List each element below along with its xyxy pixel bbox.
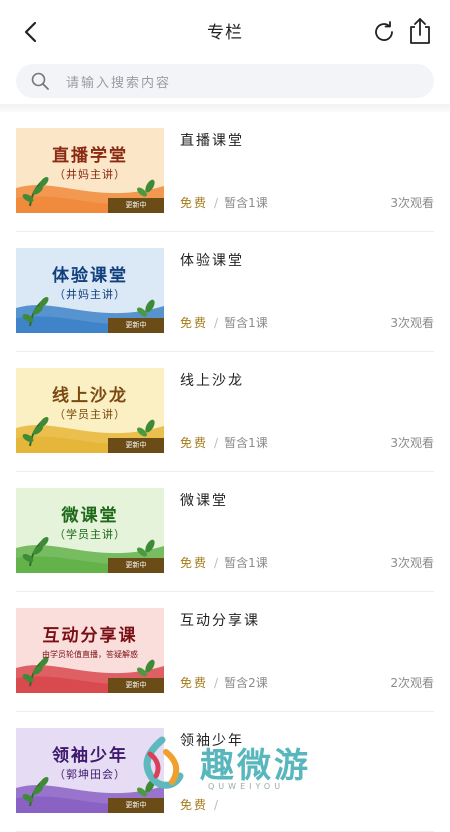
price-label: 免费 <box>180 196 209 210</box>
search-bar[interactable]: 请输入搜索内容 <box>16 64 434 98</box>
search-icon <box>31 72 49 90</box>
thumbnail-subtitle: （井妈主讲） <box>54 168 126 181</box>
view-count: 3次观看 <box>390 436 434 450</box>
course-title[interactable]: 体验课堂 <box>180 250 244 270</box>
thumbnail-title: 直播学堂 <box>52 146 128 166</box>
course-title[interactable]: 互动分享课 <box>180 610 260 630</box>
lesson-count: 暂含1课 <box>224 196 268 210</box>
lesson-count: 暂含2课 <box>224 676 268 690</box>
thumbnail-title: 互动分享课 <box>42 626 138 646</box>
course-meta: 免费 / 暂含2课 2次观看 <box>180 674 434 691</box>
meta-separator: / <box>214 556 219 570</box>
meta-separator: / <box>214 316 219 330</box>
watermark-subtext: QUWEIYOU <box>208 782 285 791</box>
update-badge: 更新中 <box>108 558 164 573</box>
update-badge: 更新中 <box>108 318 164 333</box>
course-thumbnail[interactable]: 直播学堂 （井妈主讲） 更新中 <box>16 128 164 213</box>
course-meta: 免费 / 暂含1课 3次观看 <box>180 314 434 331</box>
share-icon[interactable] <box>406 16 434 46</box>
thumbnail-subtitle: （学员主讲） <box>54 408 126 421</box>
course-title[interactable]: 直播课堂 <box>180 130 244 150</box>
meta-separator: / <box>214 436 219 450</box>
view-count: 3次观看 <box>390 316 434 330</box>
course-title[interactable]: 线上沙龙 <box>180 370 244 390</box>
price-label: 免费 <box>180 798 209 812</box>
price-label: 免费 <box>180 436 209 450</box>
course-list-item[interactable]: 互动分享课 由学员轮值直播，答疑解惑 更新中 互动分享课 免费 / 暂含2课 2次观… <box>0 592 450 712</box>
course-meta: 免费 / 暂含1课 3次观看 <box>180 554 434 571</box>
course-title[interactable]: 微课堂 <box>180 490 228 510</box>
price-label: 免费 <box>180 316 209 330</box>
thumbnail-subtitle: （井妈主讲） <box>54 288 126 301</box>
refresh-icon[interactable] <box>370 18 398 46</box>
header-divider <box>0 104 450 112</box>
thumbnail-title: 线上沙龙 <box>52 386 128 406</box>
course-thumbnail[interactable]: 互动分享课 由学员轮值直播，答疑解惑 更新中 <box>16 608 164 693</box>
thumbnail-subtitle: （学员主讲） <box>54 528 126 541</box>
price-label: 免费 <box>180 556 209 570</box>
update-badge: 更新中 <box>108 198 164 213</box>
watermark-logo: 趣微游 QUWEIYOU <box>130 732 330 800</box>
lesson-count: 暂含1课 <box>224 316 268 330</box>
top-bar: 专栏 <box>0 0 450 62</box>
logo-icon <box>143 736 184 789</box>
thumbnail-title: 微课堂 <box>61 506 119 526</box>
course-meta: 免费 / 暂含1课 3次观看 <box>180 434 434 451</box>
meta-separator: / <box>214 798 219 812</box>
view-count: 3次观看 <box>390 196 434 210</box>
update-badge: 更新中 <box>108 678 164 693</box>
lesson-count: 暂含1课 <box>224 556 268 570</box>
course-list-item[interactable]: 线上沙龙 （学员主讲） 更新中 线上沙龙 免费 / 暂含1课 3次观看 <box>0 352 450 472</box>
course-thumbnail[interactable]: 微课堂 （学员主讲） 更新中 <box>16 488 164 573</box>
course-thumbnail[interactable]: 体验课堂 （井妈主讲） 更新中 <box>16 248 164 333</box>
view-count: 2次观看 <box>390 676 434 690</box>
thumbnail-subtitle: 由学员轮值直播，答疑解惑 <box>42 650 138 659</box>
view-count: 3次观看 <box>390 556 434 570</box>
course-list-item[interactable]: 微课堂 （学员主讲） 更新中 微课堂 免费 / 暂含1课 3次观看 <box>0 472 450 592</box>
meta-separator: / <box>214 196 219 210</box>
update-badge: 更新中 <box>108 438 164 453</box>
meta-separator: / <box>214 676 219 690</box>
watermark-text: 趣微游 <box>200 746 311 786</box>
update-badge: 更新中 <box>108 798 164 813</box>
course-meta: 免费 / 暂含1课 3次观看 <box>180 194 434 211</box>
lesson-count: 暂含1课 <box>224 436 268 450</box>
thumbnail-title: 体验课堂 <box>52 266 128 286</box>
search-input[interactable]: 请输入搜索内容 <box>66 72 171 91</box>
course-thumbnail[interactable]: 线上沙龙 （学员主讲） 更新中 <box>16 368 164 453</box>
course-list-item[interactable]: 直播学堂 （井妈主讲） 更新中 直播课堂 免费 / 暂含1课 3次观看 <box>0 112 450 232</box>
price-label: 免费 <box>180 676 209 690</box>
course-list-item[interactable]: 体验课堂 （井妈主讲） 更新中 体验课堂 免费 / 暂含1课 3次观看 <box>0 232 450 352</box>
